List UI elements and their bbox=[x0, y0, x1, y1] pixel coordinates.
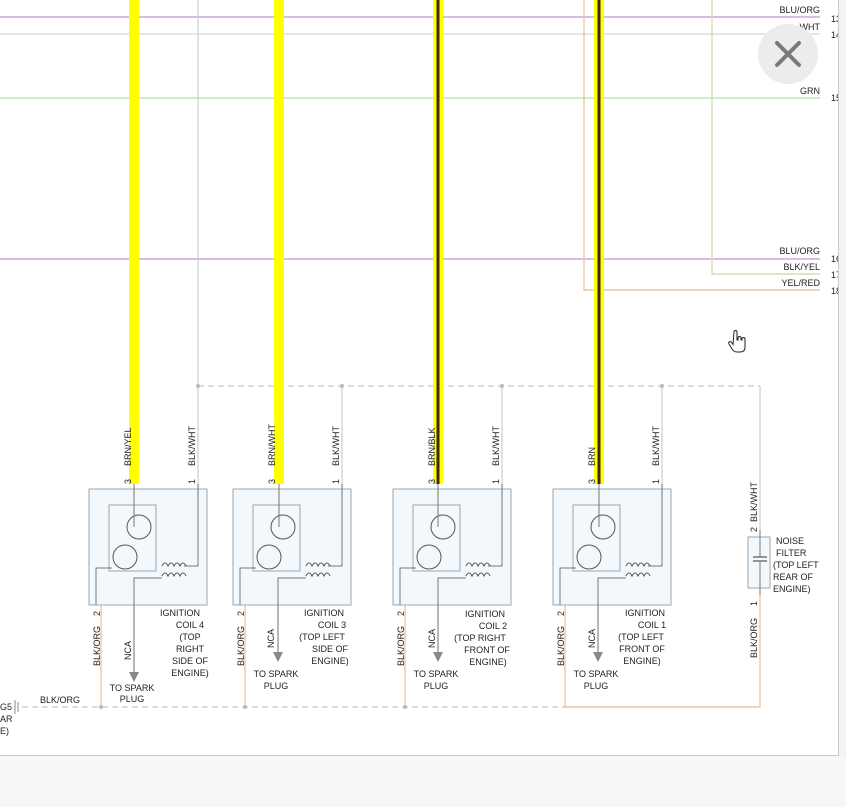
ground-line2: AR bbox=[0, 714, 13, 724]
pin-number-15: 15 bbox=[831, 93, 838, 103]
noise-filter: BLK/WHT 2 1 BLK/ORG NOISE FILTER (TOP LE… bbox=[747, 481, 819, 658]
pin-number-14: 14 bbox=[831, 30, 838, 40]
coil-1-wire1: BLK/WHT bbox=[651, 425, 661, 466]
noise-filter-pin2-wire: BLK/WHT bbox=[749, 481, 759, 522]
coil-3-label-4: SIDE OF bbox=[312, 644, 349, 654]
coil-3-nca: NCA bbox=[266, 629, 276, 648]
coil-4-spark-1: TO SPARK bbox=[110, 683, 155, 693]
pin-number-13: 13 bbox=[831, 14, 838, 24]
coil-1-pin2: 2 bbox=[556, 611, 566, 616]
coil-4-nca: NCA bbox=[123, 641, 133, 660]
coil-2-spark-1: TO SPARK bbox=[414, 669, 459, 679]
coil-2-label-4: FRONT OF bbox=[464, 645, 510, 655]
coil-1-pin3: 3 bbox=[587, 479, 597, 484]
ignition-coil-2 bbox=[392, 484, 512, 606]
ground-wire: BLK/ORG bbox=[40, 695, 80, 705]
ground-id: G5 bbox=[0, 702, 12, 712]
wire-label-blk-yel: BLK/YEL bbox=[783, 262, 820, 272]
coil-4-label-4: RIGHT bbox=[176, 644, 205, 654]
coil-2-label-3: (TOP RIGHT bbox=[454, 633, 506, 643]
coil-4-pin3: 3 bbox=[123, 479, 133, 484]
bottom-strip bbox=[0, 756, 846, 807]
coil-1-pin1: 1 bbox=[651, 479, 661, 484]
coil-4-label-2: COIL 4 bbox=[176, 620, 204, 630]
coil-4-wire1: BLK/WHT bbox=[187, 425, 197, 466]
coil-1-wire2: BLK/ORG bbox=[556, 626, 566, 666]
ignition-coil-1 bbox=[552, 484, 672, 606]
wire-label-blu-org: BLU/ORG bbox=[779, 246, 820, 256]
coil-2-wire3: BRN/BLK bbox=[427, 427, 437, 466]
coil-3-label-3: (TOP LEFT bbox=[299, 632, 345, 642]
noise-filter-label-4: REAR OF bbox=[773, 572, 814, 582]
coil-1-spark-2: PLUG bbox=[584, 681, 609, 691]
coil-3-label-2: COIL 3 bbox=[318, 620, 346, 630]
coil-4-bottom: 2 BLK/ORG NCA TO SPARK PLUG IGNITION COI… bbox=[92, 608, 209, 704]
ground-line3: E) bbox=[0, 726, 9, 736]
ignition-coil-3 bbox=[232, 484, 352, 606]
coil-3-pin1: 1 bbox=[331, 479, 341, 484]
coil-4-label-1: IGNITION bbox=[160, 608, 200, 618]
ignition-coil-4 bbox=[88, 484, 208, 606]
noise-filter-label-5: ENGINE) bbox=[773, 584, 811, 594]
coil-2-pin1: 1 bbox=[491, 479, 501, 484]
close-button[interactable] bbox=[758, 24, 818, 84]
coil-2-bottom: 2 BLK/ORG NCA TO SPARK PLUG IGNITION COI… bbox=[396, 609, 510, 691]
coil-1-label-1: IGNITION bbox=[625, 608, 665, 618]
coil-4-wire3: BRN/YEL bbox=[123, 427, 133, 466]
wiring-diagram: BLU/ORG WHT GRN BLU/ORG BLK/YEL YEL/RED … bbox=[0, 0, 838, 736]
noise-filter-pin1: 1 bbox=[749, 601, 759, 606]
coil-1-label-4: FRONT OF bbox=[619, 644, 665, 654]
coil-4-pin1: 1 bbox=[187, 479, 197, 484]
coil-2-wire1: BLK/WHT bbox=[491, 425, 501, 466]
noise-filter-wire-bottom: BLK/ORG bbox=[749, 618, 759, 658]
coil-3-label-5: ENGINE) bbox=[311, 656, 349, 666]
ground-g5: G5 AR E) BLK/ORG bbox=[0, 695, 80, 736]
coil-3-bottom: 2 BLK/ORG NCA TO SPARK PLUG IGNITION COI… bbox=[236, 608, 349, 691]
wire-label-blu-org-top: BLU/ORG bbox=[779, 5, 820, 15]
close-icon bbox=[775, 41, 801, 67]
coil-2-label-1: IGNITION bbox=[465, 609, 505, 619]
coil-1-spark-1: TO SPARK bbox=[574, 669, 619, 679]
noise-filter-label-3: (TOP LEFT bbox=[773, 560, 819, 570]
coil-1-wire3: BRN bbox=[587, 447, 597, 466]
noise-filter-label-1: NOISE bbox=[776, 536, 804, 546]
coil-4-pin2: 2 bbox=[92, 611, 102, 616]
coil-2-spark-2: PLUG bbox=[424, 681, 449, 691]
hand-pointer-icon bbox=[728, 330, 746, 353]
coil-3-spark-1: TO SPARK bbox=[254, 669, 299, 679]
pin-number-16: 16 bbox=[831, 254, 838, 264]
coil-3-wire2: BLK/ORG bbox=[236, 626, 246, 666]
noise-filter-label-2: FILTER bbox=[776, 548, 807, 558]
coil-3-wire1: BLK/WHT bbox=[331, 425, 341, 466]
coil-4-label-5: SIDE OF bbox=[172, 656, 209, 666]
coil-4-label-3: (TOP bbox=[179, 632, 200, 642]
coil-3-wire3: BRN/WHT bbox=[267, 424, 277, 466]
noise-filter-pin2: 2 bbox=[749, 527, 759, 532]
coil-4-label-6: ENGINE) bbox=[171, 668, 209, 678]
coil-3-pin3: 3 bbox=[267, 479, 277, 484]
coil-2-pin2: 2 bbox=[396, 611, 406, 616]
pin-number-17: 17 bbox=[831, 270, 838, 280]
coil-2-label-2: COIL 2 bbox=[479, 621, 507, 631]
coil-2-pin3: 3 bbox=[427, 479, 437, 484]
wire-label-yel-red: YEL/RED bbox=[781, 278, 820, 288]
coil-4-wire2: BLK/ORG bbox=[92, 626, 102, 666]
coil-4-spark-2: PLUG bbox=[120, 694, 145, 704]
pin-number-18: 18 bbox=[831, 286, 838, 296]
coil-3-label-1: IGNITION bbox=[304, 608, 344, 618]
coil-2-wire2: BLK/ORG bbox=[396, 626, 406, 666]
wire-label-grn: GRN bbox=[800, 86, 820, 96]
coil-1-label-5: ENGINE) bbox=[623, 656, 661, 666]
coil-3-pin2: 2 bbox=[236, 611, 246, 616]
coil-1-nca: NCA bbox=[587, 629, 597, 648]
coil-1-label-2: COIL 1 bbox=[638, 620, 666, 630]
coil-3-spark-2: PLUG bbox=[264, 681, 289, 691]
coil-2-nca: NCA bbox=[427, 629, 437, 648]
diagram-viewer: BLU/ORG WHT GRN BLU/ORG BLK/YEL YEL/RED … bbox=[0, 0, 839, 756]
coil-2-label-5: ENGINE) bbox=[469, 657, 507, 667]
coil-1-label-3: (TOP LEFT bbox=[618, 632, 664, 642]
coil-1-bottom: 2 BLK/ORG NCA TO SPARK PLUG IGNITION COI… bbox=[556, 608, 666, 691]
